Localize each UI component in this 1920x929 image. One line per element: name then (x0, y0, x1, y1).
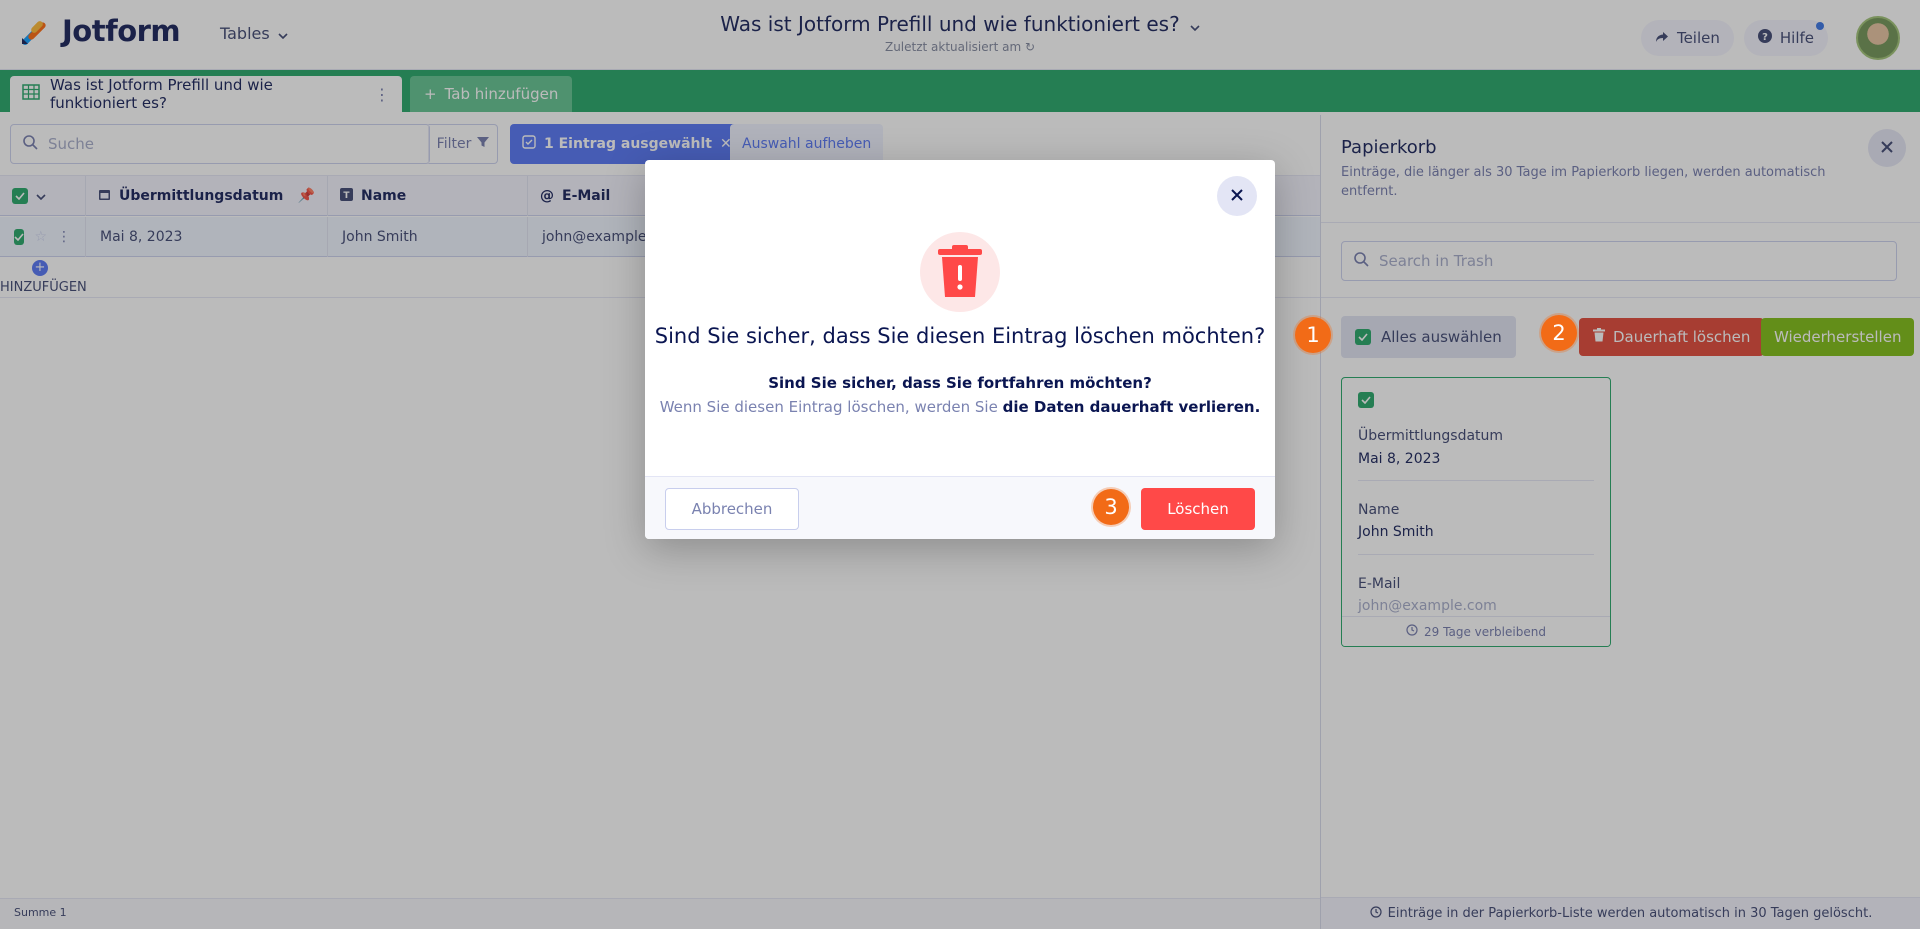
close-icon (1230, 187, 1244, 206)
step-marker-3: 3 (1093, 489, 1129, 525)
modal-warning-prefix: Wenn Sie diesen Eintrag löschen, werden … (659, 398, 1003, 416)
modal-question: Sind Sie sicher, dass Sie fortfahren möc… (768, 374, 1152, 392)
delete-confirm-modal: Sind Sie sicher, dass Sie diesen Eintrag… (645, 160, 1275, 539)
modal-warning-bold: die Daten dauerhaft verlieren. (1002, 398, 1261, 416)
delete-button[interactable]: Löschen (1141, 488, 1255, 530)
trash-warning-icon (920, 232, 1000, 312)
modal-warning: Wenn Sie diesen Eintrag löschen, werden … (645, 398, 1275, 416)
modal-footer: Abbrechen Löschen (645, 476, 1275, 539)
cancel-button[interactable]: Abbrechen (665, 488, 799, 530)
modal-close-button[interactable] (1217, 176, 1257, 216)
modal-title: Sind Sie sicher, dass Sie diesen Eintrag… (654, 324, 1266, 348)
step-marker-2: 2 (1541, 315, 1577, 351)
step-marker-1: 1 (1295, 317, 1331, 353)
